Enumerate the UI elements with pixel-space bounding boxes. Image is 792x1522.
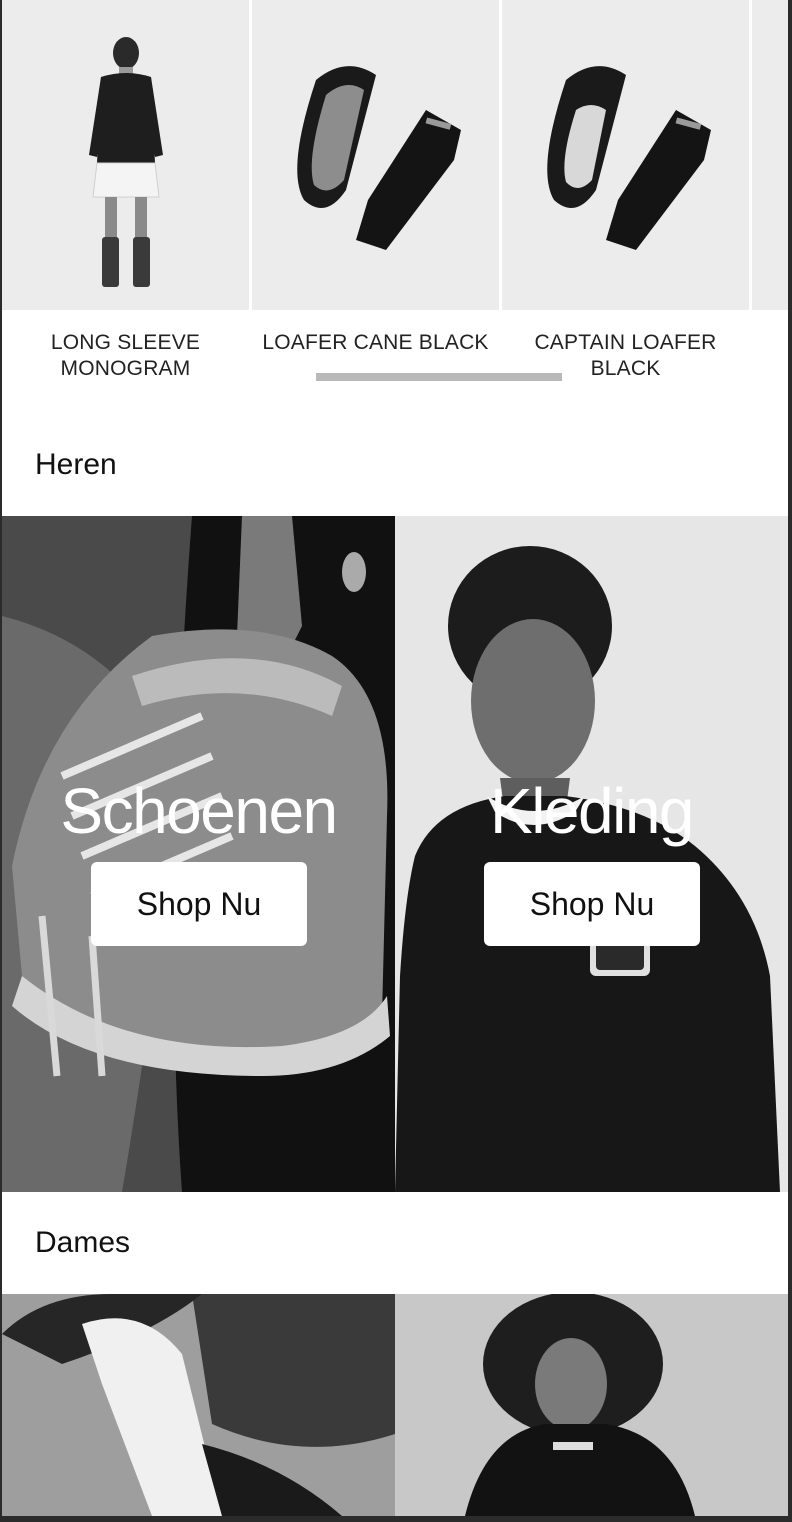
product-carousel[interactable]: LONG SLEEVE MONOGRAM LOAFER CANE BLACK C… [2, 0, 788, 410]
carousel-scroll-indicator[interactable] [316, 373, 562, 381]
banner-clothing[interactable]: Kleding Shop Nu [395, 516, 788, 1192]
model-photo-icon [88, 37, 163, 287]
loafer-photo-icon [546, 66, 711, 250]
section-title-men: Heren [35, 448, 117, 481]
sneaker-photo-icon [2, 516, 395, 1192]
product-name[interactable]: LONG SLEEVE MONOGRAM [2, 330, 249, 382]
women-shoe-photo-icon [2, 1294, 395, 1516]
loafer-photo-icon [296, 66, 461, 250]
model-sweater-photo-icon [395, 516, 788, 1192]
product-image[interactable] [502, 0, 749, 310]
banner-clothing-title: Kleding [490, 775, 695, 847]
banner-women-shoes[interactable] [2, 1294, 395, 1516]
page: LONG SLEEVE MONOGRAM LOAFER CANE BLACK C… [2, 0, 788, 1516]
product-image[interactable] [252, 0, 499, 310]
product-image[interactable] [752, 0, 788, 310]
product-card[interactable]: LONG SLEEVE MONOGRAM [2, 0, 249, 410]
shop-clothing-button[interactable]: Shop Nu [484, 862, 700, 946]
banner-women-clothing[interactable] [395, 1294, 788, 1516]
product-card[interactable]: CAPTAIN LOAFER BLACK [502, 0, 749, 410]
product-card[interactable] [752, 0, 788, 410]
banner-shoes-title: Schoenen [60, 775, 338, 847]
section-title-women: Dames [35, 1226, 131, 1259]
women-model-photo-icon [395, 1294, 788, 1516]
product-name[interactable]: LOAFER CANE BLACK [252, 330, 499, 356]
banner-shoes[interactable]: Schoenen Shop Nu [2, 516, 395, 1192]
product-card[interactable]: LOAFER CANE BLACK [252, 0, 499, 410]
product-image[interactable] [2, 0, 249, 310]
shop-shoes-button[interactable]: Shop Nu [91, 862, 307, 946]
